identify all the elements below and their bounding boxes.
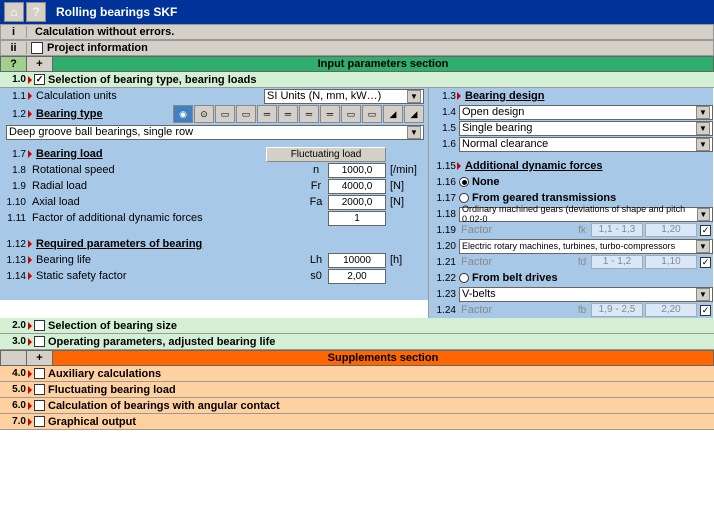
section-1-header: 1.0 ✓ Selection of bearing type, bearing… [0, 72, 714, 88]
input-section-bar: ? + Input parameters section [0, 56, 714, 72]
section-4-header: 4.0 Auxiliary calculations [0, 366, 714, 382]
bearing-life-input[interactable] [328, 253, 386, 268]
geared-select[interactable]: Ordinary machined gears (deviations of s… [459, 207, 713, 222]
bearing-tool-5[interactable]: ═ [257, 105, 277, 123]
bearing-tool-8[interactable]: ═ [320, 105, 340, 123]
section-1-checkbox[interactable]: ✓ [34, 74, 45, 85]
design-open-select[interactable]: Open design▼ [459, 105, 713, 120]
fk-checkbox[interactable]: ✓ [700, 225, 711, 236]
belt-select[interactable]: V-belts▼ [459, 287, 713, 302]
dropdown-icon: ▼ [407, 126, 421, 139]
section-6-header: 6.0 Calculation of bearings with angular… [0, 398, 714, 414]
radio-geared[interactable] [459, 193, 469, 203]
bearing-tool-7[interactable]: ═ [299, 105, 319, 123]
section-2-checkbox[interactable] [34, 320, 45, 331]
bearing-tool-10[interactable]: ▭ [362, 105, 382, 123]
section-5-checkbox[interactable] [34, 384, 45, 395]
bearing-tool-9[interactable]: ▭ [341, 105, 361, 123]
design-clearance-select[interactable]: Normal clearance▼ [459, 137, 713, 152]
section-3-header: 3.0 Operating parameters, adjusted beari… [0, 334, 714, 350]
dynamic-factor-input[interactable] [328, 211, 386, 226]
fd-checkbox[interactable]: ✓ [700, 257, 711, 268]
status-row-i: i Calculation without errors. [0, 24, 714, 40]
calc-units-select[interactable]: SI Units (N, mm, kW…)▼ [264, 89, 424, 104]
bearing-tool-11[interactable]: ◢ [383, 105, 403, 123]
supp-section-bar: + Supplements section [0, 350, 714, 366]
section-4-checkbox[interactable] [34, 368, 45, 379]
fb-checkbox[interactable]: ✓ [700, 305, 711, 316]
radial-load-input[interactable] [328, 179, 386, 194]
bearing-tool-3[interactable]: ▭ [215, 105, 235, 123]
rotational-speed-input[interactable] [328, 163, 386, 178]
section-5-header: 5.0 Fluctuating bearing load [0, 382, 714, 398]
section-7-header: 7.0 Graphical output [0, 414, 714, 430]
bearing-tool-2[interactable]: ⊙ [194, 105, 214, 123]
section-3-checkbox[interactable] [34, 336, 45, 347]
help-button[interactable]: ? [1, 57, 27, 71]
design-single-select[interactable]: Single bearing▼ [459, 121, 713, 136]
expand-button[interactable]: + [27, 57, 53, 71]
app-title: Rolling bearings SKF [56, 5, 177, 19]
machines-select[interactable]: Electric rotary machines, turbines, turb… [459, 239, 713, 254]
bearing-tool-12[interactable]: ◢ [404, 105, 424, 123]
section-7-checkbox[interactable] [34, 416, 45, 427]
project-info-checkbox[interactable] [31, 42, 43, 54]
fluctuating-load-button[interactable]: Fluctuating load [266, 147, 386, 162]
status-row-ii: ii Project information [0, 40, 714, 56]
expand-supp-button[interactable]: + [27, 351, 53, 365]
bearing-tool-4[interactable]: ▭ [236, 105, 256, 123]
radio-belt[interactable] [459, 273, 469, 283]
help-icon[interactable]: ? [26, 2, 46, 22]
axial-load-input[interactable] [328, 195, 386, 210]
bearing-type-toolbar: ◉ ⊙ ▭ ▭ ═ ═ ═ ═ ▭ ▭ ◢ ◢ [173, 105, 424, 123]
bearing-tool-6[interactable]: ═ [278, 105, 298, 123]
dropdown-icon: ▼ [407, 90, 421, 103]
safety-factor-input[interactable] [328, 269, 386, 284]
app-icon[interactable]: ⌂ [4, 2, 24, 22]
section-2-header: 2.0 Selection of bearing size [0, 318, 714, 334]
titlebar: ⌂ ? Rolling bearings SKF [0, 0, 714, 24]
bearing-tool-1[interactable]: ◉ [173, 105, 193, 123]
radio-none[interactable] [459, 177, 469, 187]
section-6-checkbox[interactable] [34, 400, 45, 411]
bearing-type-select[interactable]: Deep groove ball bearings, single row▼ [6, 125, 424, 140]
